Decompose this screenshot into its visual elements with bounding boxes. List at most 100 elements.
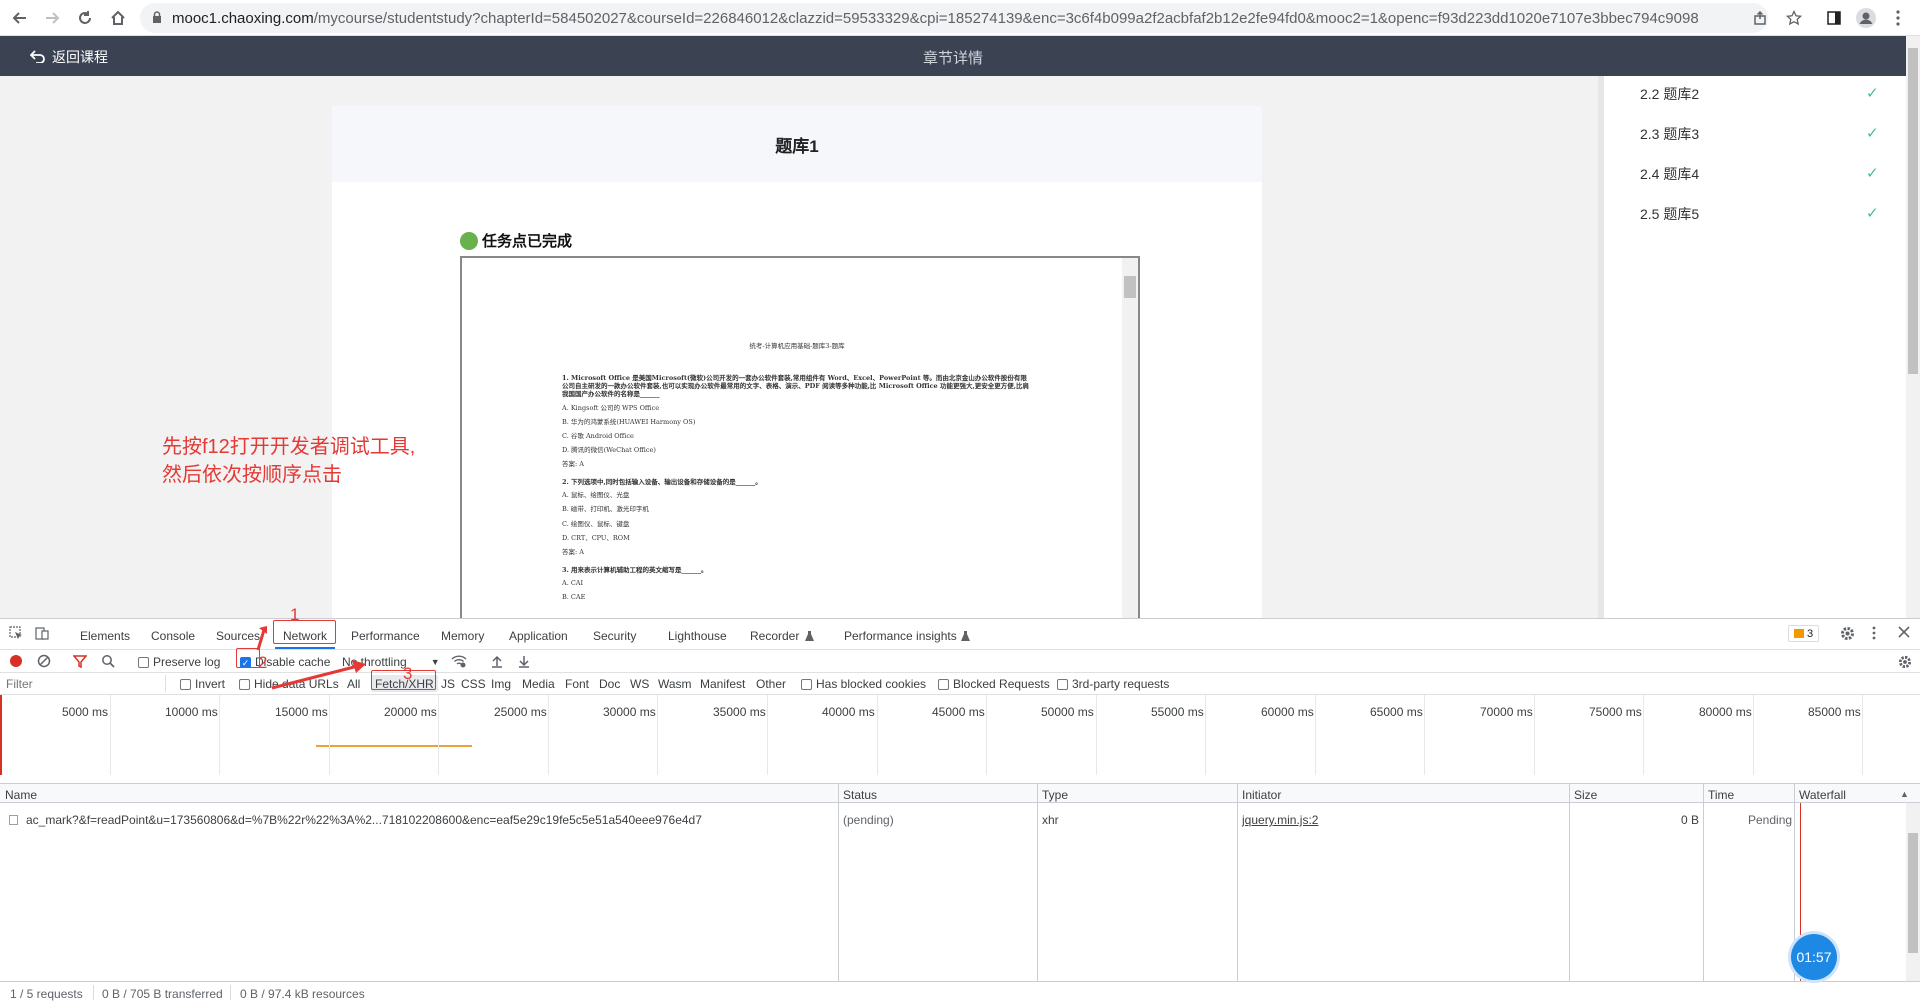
annotation-line: 先按f12打开开发者调试工具, [162, 436, 416, 458]
table-scrollbar[interactable] [1906, 803, 1920, 981]
column-size[interactable]: Size [1574, 788, 1597, 802]
checkbox-box[interactable] [180, 678, 191, 690]
viewer-scrollbar[interactable] [1122, 258, 1138, 618]
filter-funnel-icon[interactable] [72, 655, 88, 671]
type-filter-js[interactable]: JS [441, 677, 455, 691]
type-filter-doc[interactable]: Doc [599, 677, 620, 691]
type-filter-img[interactable]: Img [491, 677, 511, 691]
chapter-sidebar: 2.2 题库2 ✓ 2.3 题库3 ✓ 2.4 题库4 ✓ 2.5 题库5 ✓ [1598, 76, 1906, 618]
sidebar-item-2-5[interactable]: 2.5 题库5 [1640, 204, 1699, 224]
type-filter-ws[interactable]: WS [630, 677, 649, 691]
column-time[interactable]: Time [1708, 788, 1734, 802]
home-icon[interactable] [106, 6, 130, 30]
tab-lighthouse[interactable]: Lighthouse [668, 629, 727, 643]
doc-option: A. 鼠标、绘图仪、光盘 [562, 491, 630, 500]
inspect-element-icon[interactable] [9, 626, 23, 643]
tab-security[interactable]: Security [593, 629, 636, 643]
floating-timer-badge[interactable]: 01:57 [1791, 934, 1837, 980]
timeline-request-bar [316, 745, 472, 747]
forward-arrow-icon[interactable] [40, 6, 64, 30]
sort-ascending-icon[interactable]: ▲ [1900, 789, 1909, 799]
checkbox-box[interactable] [138, 656, 149, 668]
timeline-tick: 40000 ms [822, 705, 875, 719]
clear-icon[interactable] [37, 654, 51, 671]
column-waterfall[interactable]: Waterfall [1799, 788, 1846, 802]
export-har-icon[interactable] [518, 655, 530, 671]
timeline-gridline [1534, 695, 1535, 775]
timeline-gridline [986, 695, 987, 775]
type-filter-other[interactable]: Other [756, 677, 786, 691]
tab-performance-insights[interactable]: Performance insights [844, 629, 957, 643]
row-name[interactable]: ac_mark?&f=readPoint&u=173560806&d=%7B%2… [26, 813, 702, 827]
tab-memory[interactable]: Memory [441, 629, 484, 643]
reload-icon[interactable] [73, 6, 97, 30]
row-initiator-link[interactable]: jquery.min.js:2 [1242, 813, 1318, 827]
address-bar[interactable]: mooc1.chaoxing.com/mycourse/studentstudy… [140, 3, 1768, 33]
side-panel-icon[interactable] [1822, 6, 1846, 30]
network-settings-gear-icon[interactable] [1898, 655, 1912, 672]
close-devtools-icon[interactable] [1898, 626, 1910, 641]
checkbox-box[interactable] [938, 678, 949, 690]
tab-application[interactable]: Application [509, 629, 568, 643]
timeline-gridline [767, 695, 768, 775]
devtools-menu-icon[interactable] [1872, 626, 1876, 643]
document-page: 统考-计算机应用基础-题库3-题库 1. Microsoft Office 是美… [562, 342, 1032, 607]
import-har-icon[interactable] [491, 655, 503, 671]
back-arrow-icon[interactable] [8, 6, 32, 30]
has-blocked-cookies-checkbox[interactable]: Has blocked cookies [801, 677, 926, 691]
sidebar-item-2-4[interactable]: 2.4 题库4 [1640, 164, 1699, 184]
checkbox-box[interactable] [801, 678, 812, 690]
issues-badge[interactable]: 3 [1788, 625, 1820, 642]
timeline-tick: 20000 ms [384, 705, 437, 719]
column-type[interactable]: Type [1042, 788, 1068, 802]
network-conditions-icon[interactable] [451, 655, 467, 671]
status-divider [230, 985, 231, 1000]
blocked-requests-checkbox[interactable]: Blocked Requests [938, 677, 1050, 691]
third-party-label: 3rd-party requests [1072, 677, 1170, 691]
profile-avatar-icon[interactable] [1854, 6, 1878, 30]
page-scroll-thumb[interactable] [1908, 48, 1918, 374]
page-scrollbar[interactable] [1906, 36, 1920, 618]
doc-option: B. 华为的鸿蒙系统(HUAWEI Harmony OS) [562, 417, 696, 426]
tab-console[interactable]: Console [151, 629, 195, 643]
search-icon[interactable] [101, 654, 115, 671]
device-toolbar-icon[interactable] [35, 626, 49, 643]
column-status[interactable]: Status [843, 788, 877, 802]
filter-input[interactable] [2, 675, 166, 692]
checkbox-box[interactable] [1057, 678, 1068, 690]
tab-recorder[interactable]: Recorder [750, 629, 799, 643]
sidebar-item-2-2[interactable]: 2.2 题库2 [1640, 84, 1699, 104]
star-icon[interactable] [1782, 6, 1806, 30]
type-filter-media[interactable]: Media [522, 677, 555, 691]
type-filter-font[interactable]: Font [565, 677, 589, 691]
timeline-cursor [0, 695, 2, 775]
row-type: xhr [1042, 813, 1059, 827]
settings-gear-icon[interactable] [1840, 626, 1855, 644]
third-party-checkbox[interactable]: 3rd-party requests [1057, 677, 1169, 691]
column-initiator[interactable]: Initiator [1242, 788, 1281, 802]
tab-elements[interactable]: Elements [80, 629, 130, 643]
issues-count: 3 [1807, 627, 1814, 640]
preserve-log-label: Preserve log [153, 655, 221, 669]
timeline-tick: 10000 ms [165, 705, 218, 719]
doc-question: 2. 下列选项中,同时包括输入设备、输出设备和存储设备的是______。 [562, 478, 762, 487]
invert-checkbox[interactable]: Invert [180, 677, 225, 691]
type-filter-css[interactable]: CSS [461, 677, 486, 691]
preserve-log-checkbox[interactable]: Preserve log [138, 655, 220, 669]
dropdown-arrow-icon: ▼ [430, 657, 440, 667]
sidebar-item-2-3[interactable]: 2.3 题库3 [1640, 124, 1699, 144]
column-name[interactable]: Name [5, 788, 37, 802]
viewer-scroll-thumb[interactable] [1124, 276, 1136, 298]
record-icon[interactable] [10, 655, 22, 667]
share-icon[interactable] [1748, 6, 1772, 30]
type-filter-wasm[interactable]: Wasm [658, 677, 692, 691]
table-scroll-thumb[interactable] [1908, 833, 1918, 953]
document-viewer[interactable]: 统考-计算机应用基础-题库3-题库 1. Microsoft Office 是美… [460, 256, 1140, 618]
timeline-tick: 5000 ms [62, 705, 109, 719]
annotation-step-3: 3 [403, 664, 413, 683]
kebab-menu-icon[interactable] [1886, 6, 1910, 30]
task-complete-icon [460, 231, 478, 250]
timeline-gridline [219, 695, 220, 775]
timeline-tick: 85000 ms [1808, 705, 1861, 719]
type-filter-manifest[interactable]: Manifest [700, 677, 745, 691]
